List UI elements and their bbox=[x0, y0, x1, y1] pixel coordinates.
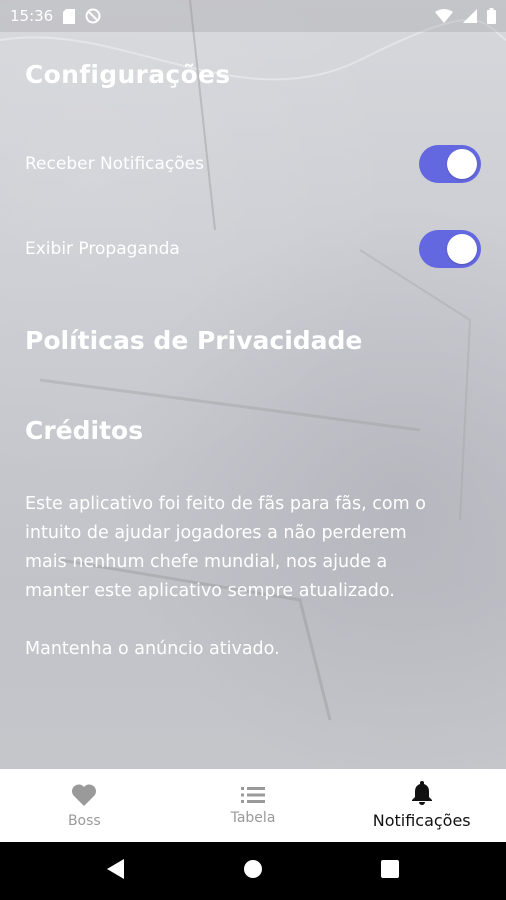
signal-icon bbox=[463, 9, 477, 23]
nav-boss-label: Boss bbox=[67, 812, 101, 829]
notifications-toggle[interactable] bbox=[419, 145, 481, 183]
credits-title: Créditos bbox=[25, 416, 144, 445]
list-icon bbox=[241, 786, 265, 804]
nav-boss[interactable]: Boss bbox=[0, 769, 169, 842]
nav-tabela[interactable]: Tabela bbox=[169, 769, 338, 842]
ads-label: Exibir Propaganda bbox=[25, 239, 180, 259]
settings-title: Configurações bbox=[25, 60, 231, 89]
ads-toggle[interactable] bbox=[419, 230, 481, 268]
nav-notificacoes-label: Notificações bbox=[372, 811, 471, 830]
recents-icon[interactable] bbox=[381, 860, 399, 882]
back-icon[interactable] bbox=[107, 859, 125, 883]
toggle-knob bbox=[447, 234, 477, 264]
wifi-icon bbox=[435, 9, 453, 23]
bell-icon bbox=[411, 781, 433, 805]
sd-card-icon bbox=[63, 8, 76, 24]
home-icon[interactable] bbox=[243, 859, 263, 883]
toggle-knob bbox=[447, 149, 477, 179]
credits-note: Mantenha o anúncio ativado. bbox=[25, 639, 280, 659]
credits-text: Este aplicativo foi feito de fãs para fã… bbox=[25, 490, 475, 664]
status-bar: 15:36 bbox=[0, 0, 506, 32]
do-not-disturb-icon bbox=[85, 8, 101, 24]
heart-icon bbox=[71, 783, 97, 807]
credits-line: manter este aplicativo sempre atualizado… bbox=[25, 581, 395, 601]
setting-row-ads: Exibir Propaganda bbox=[25, 227, 481, 271]
credits-line: Este aplicativo foi feito de fãs para fã… bbox=[25, 494, 426, 514]
notifications-label: Receber Notificações bbox=[25, 154, 204, 174]
bottom-navigation: Boss Tabela Notificações bbox=[0, 769, 506, 842]
nav-tabela-label: Tabela bbox=[230, 809, 276, 826]
setting-row-notifications: Receber Notificações bbox=[25, 142, 481, 186]
settings-content: Configurações Receber Notificações Exibi… bbox=[25, 60, 481, 659]
battery-icon bbox=[487, 8, 496, 24]
credits-line: mais nenhum chefe mundial, nos ajude a bbox=[25, 552, 388, 572]
status-time: 15:36 bbox=[10, 7, 54, 25]
system-navigation-bar bbox=[0, 842, 506, 900]
privacy-policy-link[interactable]: Políticas de Privacidade bbox=[25, 326, 362, 355]
nav-notificacoes[interactable]: Notificações bbox=[337, 769, 506, 842]
app-screen: 15:36 Configurações Receber Notificações bbox=[0, 0, 506, 900]
credits-line: intuito de ajudar jogadores a não perder… bbox=[25, 523, 407, 543]
